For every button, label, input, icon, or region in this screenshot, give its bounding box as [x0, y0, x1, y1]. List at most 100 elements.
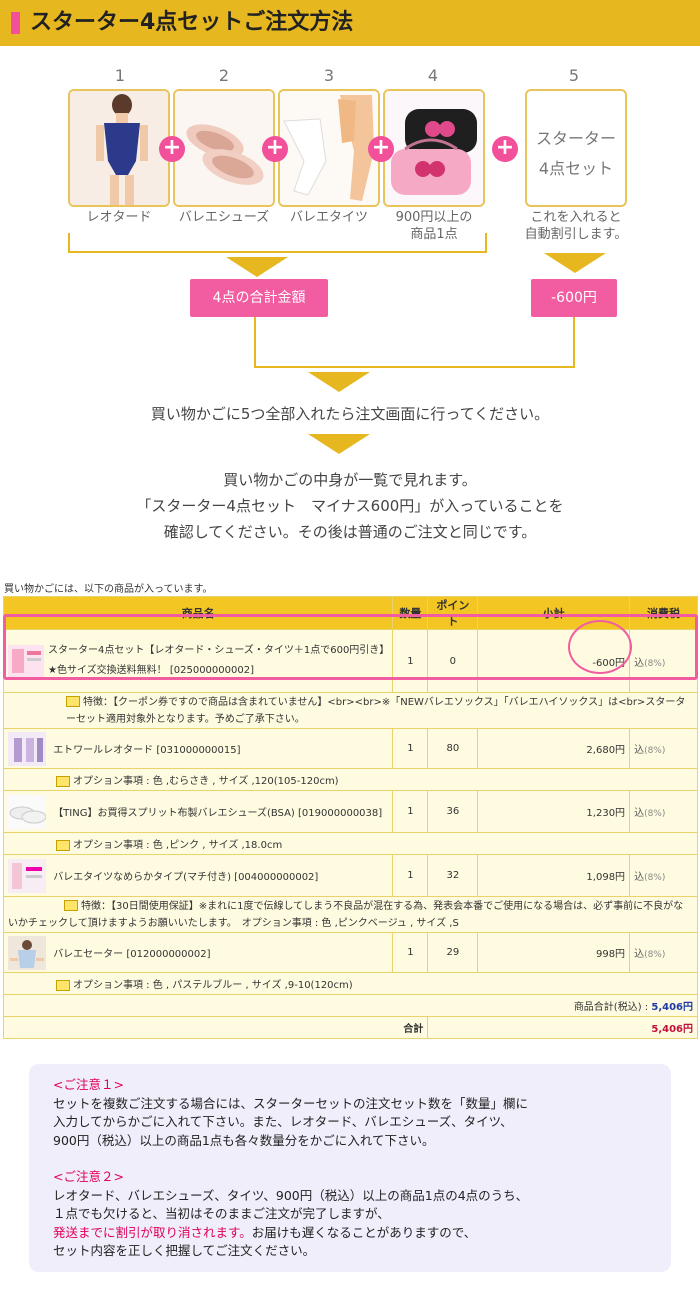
tax-included: 込 — [634, 949, 645, 960]
note2-line: １点でも欠けると、当初はそのままご注文が完了しますが、 — [53, 1206, 390, 1221]
plus-icon: + — [368, 136, 394, 162]
page-title: スターター4点セットご注文方法 — [30, 10, 354, 35]
option-row: オプション事項 : 色 , パステルブルー , サイズ ,9-10(120cm) — [3, 972, 698, 995]
option-text: オプション事項 : 色 , パステルブルー , サイズ ,9-10(120cm) — [73, 980, 353, 991]
points-cell: 80 — [427, 728, 479, 769]
plus-icon: + — [262, 136, 288, 162]
note-icon — [66, 696, 80, 707]
table-row: エトワールレオタード [031000000015] 1 80 2,680円 込(… — [2, 728, 698, 769]
product-name-link[interactable]: エトワールレオタード [031000000015] — [53, 741, 240, 756]
points-cell: 36 — [427, 790, 479, 833]
option-cell: 特徴：【クーポン券ですので商品は含まれていません】<br><br>※「NEWバレ… — [3, 692, 698, 729]
note2-line: セット内容を正しく把握してご注文ください。 — [53, 1243, 316, 1258]
option-text: オプション事項 : 色 ,むらさき , サイズ ,120(105-120cm) — [73, 776, 339, 787]
subtotal-cell: 2,680円 — [477, 728, 631, 769]
option-row: オプション事項 : 色 ,むらさき , サイズ ,120(105-120cm) — [3, 768, 698, 791]
product-cell: バレエタイツなめらかタイプ(マチ付き) [004000000002] — [2, 854, 394, 897]
down-arrow-icon — [226, 257, 288, 277]
product-total-label: 商品合計(税込) : — [573, 1002, 649, 1013]
starter-set-box[interactable]: スターター 4点セット — [525, 89, 627, 207]
points-cell: 32 — [427, 854, 479, 897]
table-row: 【TING】お買得スプリット布製バレエシューズ(BSA) [0190000000… — [2, 790, 698, 833]
step-label-auto-discount: これを入れると 自動割引します。 — [524, 210, 628, 242]
option-text: 特徴：【クーポン券ですので商品は含まれていません】<br><br>※「NEWバレ… — [66, 696, 686, 725]
tax-cell: 込(8%) — [629, 932, 698, 973]
step-number-1: 1 — [114, 66, 126, 85]
product-thumbnail — [8, 794, 46, 829]
step-number-2: 2 — [218, 66, 230, 85]
ballet-tights-image-box[interactable] — [278, 89, 380, 207]
plus-icon: + — [159, 136, 185, 162]
grand-total-value: 5,406円 — [427, 1016, 698, 1039]
leotard-image-box[interactable] — [68, 89, 170, 207]
tax-included: 込 — [634, 745, 645, 756]
option-row: オプション事項 : 色 ,ピンク , サイズ ,18.0cm — [3, 832, 698, 855]
connector-right — [573, 317, 575, 367]
notes-box: <ご注意１> セットを複数ご注文する場合には、スターターセットの注文セット数を「… — [29, 1064, 671, 1272]
product-total-value: 5,406円 — [651, 1002, 693, 1013]
tax-rate: (8%) — [644, 809, 666, 819]
col-header-points: ポイント — [427, 596, 479, 630]
product-thumbnail — [8, 645, 44, 677]
col-header-subtotal: 小計 — [477, 596, 631, 630]
note2-line: レオタード、バレエシューズ、タイツ、900円（税込）以上の商品1点の4点のうち、 — [53, 1187, 529, 1203]
items-bracket — [68, 233, 487, 253]
option-text: オプション事項 : 色 ,ピンク , サイズ ,18.0cm — [73, 840, 283, 851]
four-item-total-button: 4点の合計金額 — [190, 279, 328, 317]
down-arrow-icon — [308, 372, 370, 392]
step-number-4: 4 — [427, 66, 439, 85]
instruction-message-1: 買い物かごに5つ全部入れたら注文画面に行ってください。 — [150, 405, 550, 423]
note1-line: 900円（税込）以上の商品1点も各々数量分をかごに入れて下さい。 — [53, 1132, 435, 1148]
note2-warning: 発送までに割引が取り消されます。 — [53, 1224, 252, 1240]
tax-rate: (8%) — [644, 873, 666, 883]
product-total-row: 商品合計(税込) : 5,406円 — [3, 994, 698, 1017]
table-row: バレエタイツなめらかタイプ(マチ付き) [004000000002] 1 32 … — [2, 854, 698, 897]
option-cell: オプション事項 : 色 ,ピンク , サイズ ,18.0cm — [3, 832, 698, 855]
step-number-5: 5 — [568, 66, 580, 85]
product-cell: バレエセーター [012000000002] — [2, 932, 394, 973]
option-row: 特徴：【30日間使用保証】※まれに1度で伝線してしまう不良品が混在する為、発表会… — [3, 896, 698, 933]
product-cell: スターター4点セット【レオタード・シューズ・タイツ＋1点で600円引き】★色サイ… — [2, 629, 394, 693]
note-icon — [56, 839, 70, 851]
header-accent-bar — [11, 12, 20, 34]
qty-cell: 1 — [392, 790, 429, 833]
tax-cell: 込(8%) — [629, 728, 698, 769]
grand-total-label: 合計 — [2, 1016, 429, 1039]
option-text: 特徴：【30日間使用保証】※まれに1度で伝線してしまう不良品が混在する為、発表会… — [8, 900, 684, 929]
note-icon — [64, 900, 78, 911]
product-name-link[interactable]: 【TING】お買得スプリット布製バレエシューズ(BSA) [0190000000… — [53, 804, 382, 819]
subtotal-cell: 1,098円 — [477, 854, 631, 897]
product-thumbnail — [8, 858, 46, 893]
instruction-message-2-line2: 「スターター4点セット マイナス600円」が入っていることを — [136, 497, 564, 515]
product-name-link[interactable]: バレエセーター [012000000002] — [53, 945, 210, 960]
note-icon — [56, 979, 70, 991]
tax-cell: 込(8%) — [629, 790, 698, 833]
ballet-shoes-image-box[interactable] — [173, 89, 275, 207]
product-thumbnail — [8, 935, 46, 970]
tax-included: 込 — [634, 657, 645, 669]
subtotal-cell: -600円 — [477, 629, 631, 693]
plus-icon: + — [492, 136, 518, 162]
product-cell: 【TING】お買得スプリット布製バレエシューズ(BSA) [0190000000… — [2, 790, 394, 833]
cart-header-row: 商品名 数量 ポイント 小計 消費税 — [2, 596, 698, 630]
item-900yen-image-box[interactable] — [383, 89, 485, 207]
product-name-link[interactable]: バレエタイツなめらかタイプ(マチ付き) [004000000002] — [53, 868, 318, 883]
ballet-tights-image — [280, 91, 378, 205]
note2-title: <ご注意２> — [53, 1169, 124, 1184]
cart-intro-text: 買い物かごには、以下の商品が入っています。 — [4, 584, 213, 595]
table-row: スターター4点セット【レオタード・シューズ・タイツ＋1点で600円引き】★色サイ… — [2, 629, 698, 693]
tax-cell: 込(8%) — [629, 854, 698, 897]
step-label-ballet-shoes: バレエシューズ — [178, 210, 270, 225]
col-header-product: 商品名 — [2, 596, 394, 630]
product-cell: エトワールレオタード [031000000015] — [2, 728, 394, 769]
note2-line-rest: お届けも遅くなることがありますので、 — [251, 1224, 477, 1240]
qty-cell: 1 — [392, 728, 429, 769]
qty-cell: 1 — [392, 629, 429, 693]
points-cell: 0 — [427, 629, 479, 693]
note1-line: 入力してからかごに入れて下さい。また、レオタード、バレエシューズ、タイツ、 — [53, 1114, 513, 1129]
tax-rate: (8%) — [644, 950, 666, 960]
product-name-link[interactable]: スターター4点セット【レオタード・シューズ・タイツ＋1点で600円引き】★色サイ… — [48, 645, 384, 676]
starter-box-line2: 4点セット — [538, 159, 614, 178]
grand-total-row: 合計 5,406円 — [2, 1016, 698, 1039]
qty-cell: 1 — [392, 932, 429, 973]
